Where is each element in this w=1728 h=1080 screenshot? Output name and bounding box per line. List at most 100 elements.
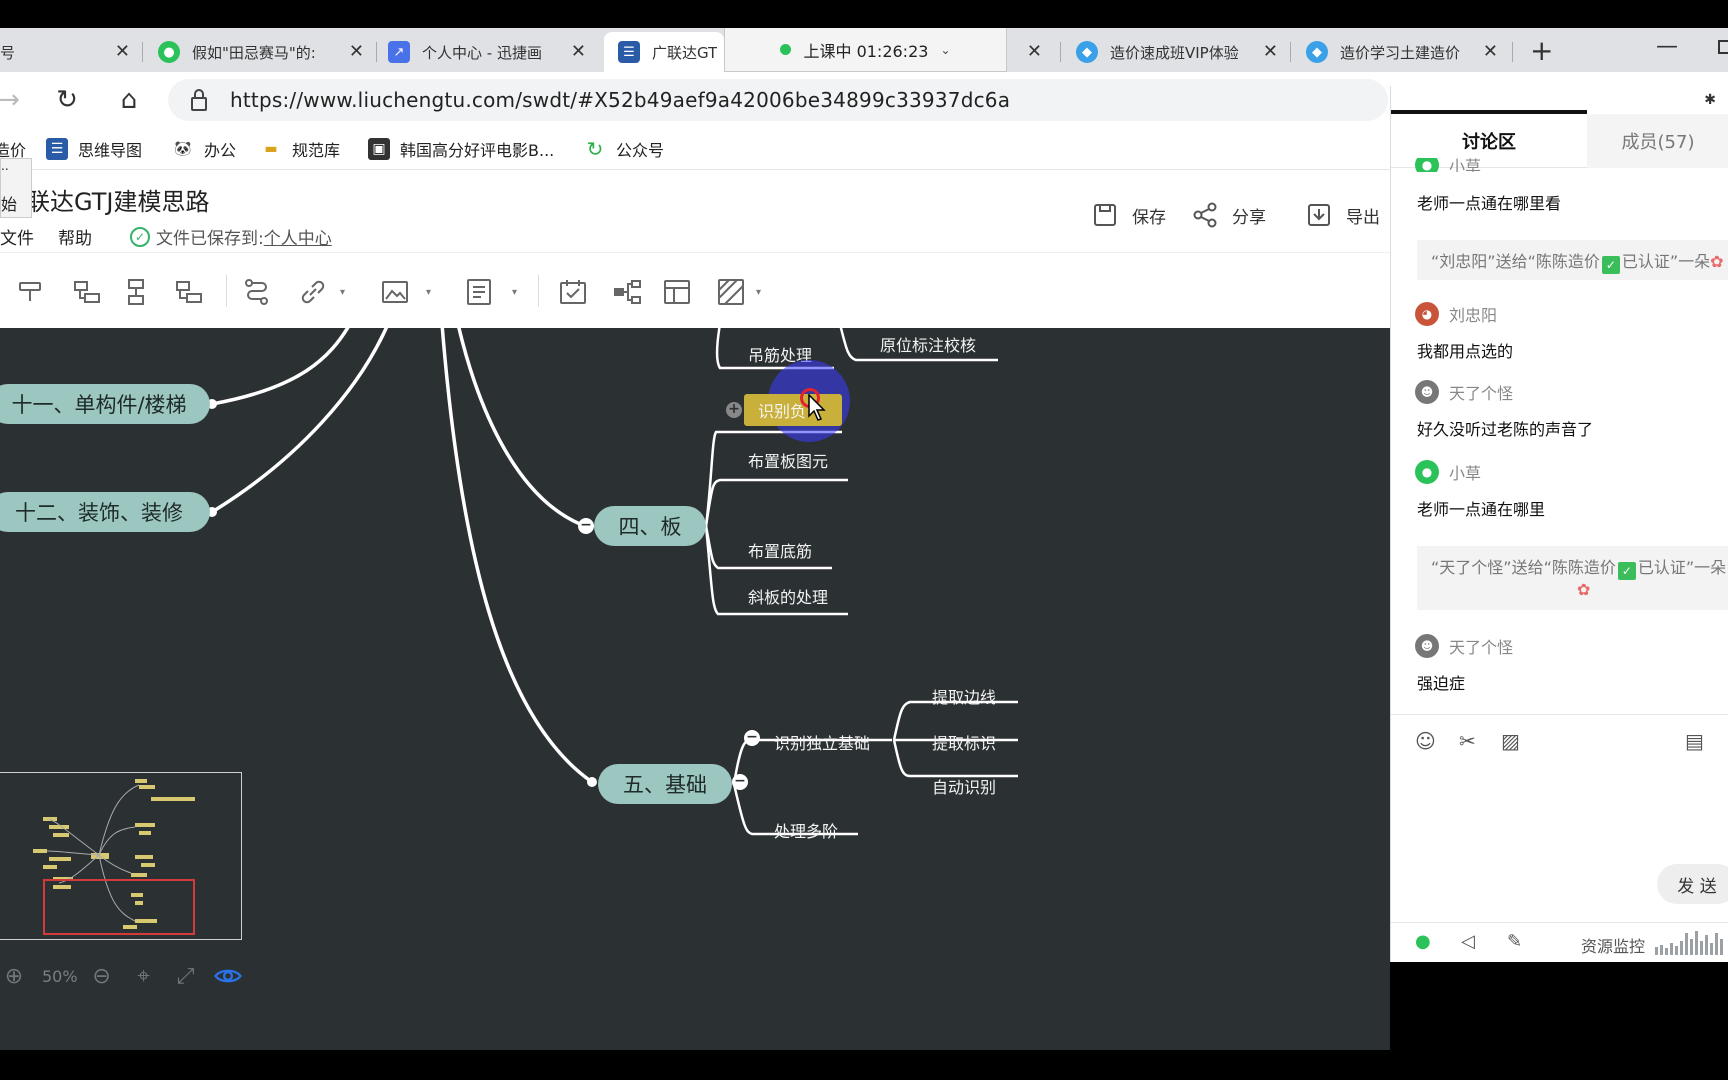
tab-members[interactable]: 成员(57) (1587, 114, 1728, 168)
export-button[interactable]: 导出 (1306, 202, 1380, 228)
feedback-icon[interactable]: ▤ (1685, 729, 1704, 753)
node-tiqu-biaoshi[interactable]: 提取标识 (932, 730, 996, 754)
zoom-out-icon[interactable]: ⊖ (88, 962, 116, 990)
mindmap-canvas[interactable]: 十一、单构件/楼梯 十二、装饰、装修 四、板 − 五、基础 − 吊筋处理 原位标… (0, 328, 1390, 1050)
forward-icon[interactable]: → (0, 86, 24, 116)
save-button[interactable]: 保存 (1092, 202, 1166, 228)
note-icon[interactable] (464, 277, 494, 307)
tab-title: 号 (0, 43, 16, 62)
bookmark-item[interactable]: ▬ 规范库 (260, 136, 340, 162)
add-node-icon[interactable]: + (726, 402, 742, 418)
node-n4[interactable]: 四、板 (594, 506, 706, 546)
image-icon[interactable]: ▨ (1501, 729, 1520, 753)
bookmark-item[interactable]: ☰ 思维导图 (46, 136, 142, 162)
bookmark-item[interactable]: ▣ 韩国高分好评电影B... (368, 136, 554, 162)
mindmap-links (207, 328, 1018, 836)
lock-icon (190, 88, 208, 116)
dropdown-caret-icon[interactable]: ▾ (426, 287, 431, 298)
gift-post: 已认证”一朵 (1621, 252, 1711, 271)
node-n11[interactable]: 十一、单构件/楼梯 (0, 384, 210, 424)
pin-icon[interactable]: ✱ (1704, 92, 1716, 108)
node-zidong[interactable]: 自动识别 (932, 774, 996, 798)
dropdown-caret-icon[interactable]: ▾ (512, 287, 517, 298)
layout-icon[interactable] (662, 277, 692, 307)
bookmark-item[interactable]: 🐼 办公 (172, 136, 236, 162)
tab-4-close[interactable]: ✕ (1008, 32, 1056, 72)
link-icon[interactable] (298, 277, 328, 307)
tab-3[interactable]: ↗ 个人中心 - 迅捷画 ✕ (388, 32, 596, 72)
tab-5[interactable]: ◆ 造价速成班VIP体验 ✕ (1076, 32, 1288, 72)
add-child-node-icon[interactable] (72, 277, 102, 307)
node-buzhi-dijin[interactable]: 布置底筋 (748, 538, 812, 562)
tab-4-active[interactable]: ☰ 广联达GT (604, 32, 724, 72)
microphone-icon[interactable]: ● (1415, 931, 1431, 952)
message-author: ● 小草 (1415, 158, 1481, 172)
tab-6[interactable]: ◆ 造价学习土建造价 ✕ (1306, 32, 1508, 72)
close-icon[interactable]: ✕ (1027, 41, 1042, 62)
collapse-n4-icon[interactable]: − (578, 518, 594, 534)
maximize-icon[interactable] (1718, 40, 1728, 54)
node-duojie[interactable]: 处理多阶 (774, 818, 838, 842)
mouse-cursor-icon (808, 394, 826, 421)
close-icon[interactable]: ✕ (349, 41, 364, 62)
message-author: ☻ 天了个怪 (1415, 634, 1513, 658)
bookmark-item[interactable]: ↻ 公众号 (584, 136, 664, 162)
close-icon[interactable]: ✕ (1483, 41, 1498, 62)
bookmark-label: 规范库 (292, 141, 341, 160)
send-button[interactable]: 发 送 (1657, 864, 1728, 904)
dropdown-caret-icon[interactable]: ▾ (756, 287, 761, 298)
node-n5[interactable]: 五、基础 (598, 764, 732, 804)
tab-2[interactable]: ● 假如"田忌赛马"的: ✕ (158, 32, 374, 72)
close-icon[interactable]: ✕ (115, 41, 130, 62)
node-yuanwei[interactable]: 原位标注校核 (880, 332, 976, 356)
fullscreen-icon[interactable]: ⤢ (172, 962, 200, 990)
eye-icon[interactable] (213, 962, 242, 990)
message-text: 老师一点通在哪里 (1417, 500, 1546, 519)
menu-file[interactable]: 文件 (0, 224, 34, 249)
left-floating-panel[interactable]: .. 始 (0, 158, 32, 218)
url-field[interactable]: https://www.liuchengtu.com/swdt/#X52b49a… (168, 79, 1388, 121)
collapse-n5-icon[interactable]: − (732, 774, 748, 790)
close-icon[interactable]: ✕ (571, 41, 586, 62)
structure-icon[interactable] (612, 277, 642, 307)
dropdown-caret-icon[interactable]: ▾ (340, 287, 345, 298)
minimap-viewport[interactable] (43, 879, 195, 935)
author-name: 小草 (1449, 158, 1482, 172)
home-icon[interactable]: ⌂ (114, 86, 144, 116)
node-tiqu-bianxian[interactable]: 提取边线 (932, 684, 996, 708)
emoji-icon[interactable]: ☺ (1415, 729, 1436, 753)
scissors-icon[interactable]: ✂ (1459, 729, 1476, 753)
add-parent-node-icon[interactable] (174, 277, 204, 307)
node-n12[interactable]: 十二、装饰、装修 (0, 492, 210, 532)
toolbar-separator (538, 275, 539, 307)
share-label: 分享 (1232, 207, 1266, 228)
tab-1[interactable]: 号 ✕ (0, 32, 140, 72)
new-tab-icon[interactable]: + (1530, 34, 1553, 67)
minimize-icon[interactable]: — (1656, 34, 1678, 59)
add-sibling-node-icon[interactable] (122, 277, 152, 307)
hand-off-icon[interactable]: ✎ (1507, 931, 1522, 952)
message-text: 好久没听过老陈的声音了 (1417, 420, 1594, 439)
connect-line-icon[interactable] (242, 277, 272, 307)
saved-location-link[interactable]: 个人中心 (264, 224, 332, 249)
image-icon[interactable] (380, 277, 410, 307)
document-title[interactable]: 联达GTJ建模思路 (26, 182, 209, 217)
node-buzhi-ban[interactable]: 布置板图元 (748, 448, 828, 472)
speaker-icon[interactable]: ◁ (1461, 931, 1475, 952)
collapse-shibie-duli-icon[interactable]: − (744, 730, 760, 746)
avatar: ☻ (1415, 634, 1439, 658)
minimap[interactable] (0, 772, 242, 940)
zoom-in-icon[interactable]: ⊕ (0, 962, 28, 990)
task-icon[interactable] (558, 277, 588, 307)
share-button[interactable]: 分享 (1192, 202, 1266, 228)
style-icon[interactable] (716, 277, 746, 307)
node-xieban[interactable]: 斜板的处理 (748, 584, 828, 608)
node-shibie-duli[interactable]: 识别独立基础 (774, 730, 870, 754)
reload-icon[interactable]: ↻ (52, 86, 82, 116)
close-icon[interactable]: ✕ (1263, 41, 1278, 62)
location-icon[interactable]: ⌖ (130, 962, 158, 990)
menu-help[interactable]: 帮助 (58, 224, 92, 249)
live-status-pill[interactable]: 上课中 01:26:23 ⌄ (724, 28, 1007, 72)
avatar: ☻ (1415, 380, 1439, 404)
format-painter-icon[interactable] (16, 277, 46, 307)
